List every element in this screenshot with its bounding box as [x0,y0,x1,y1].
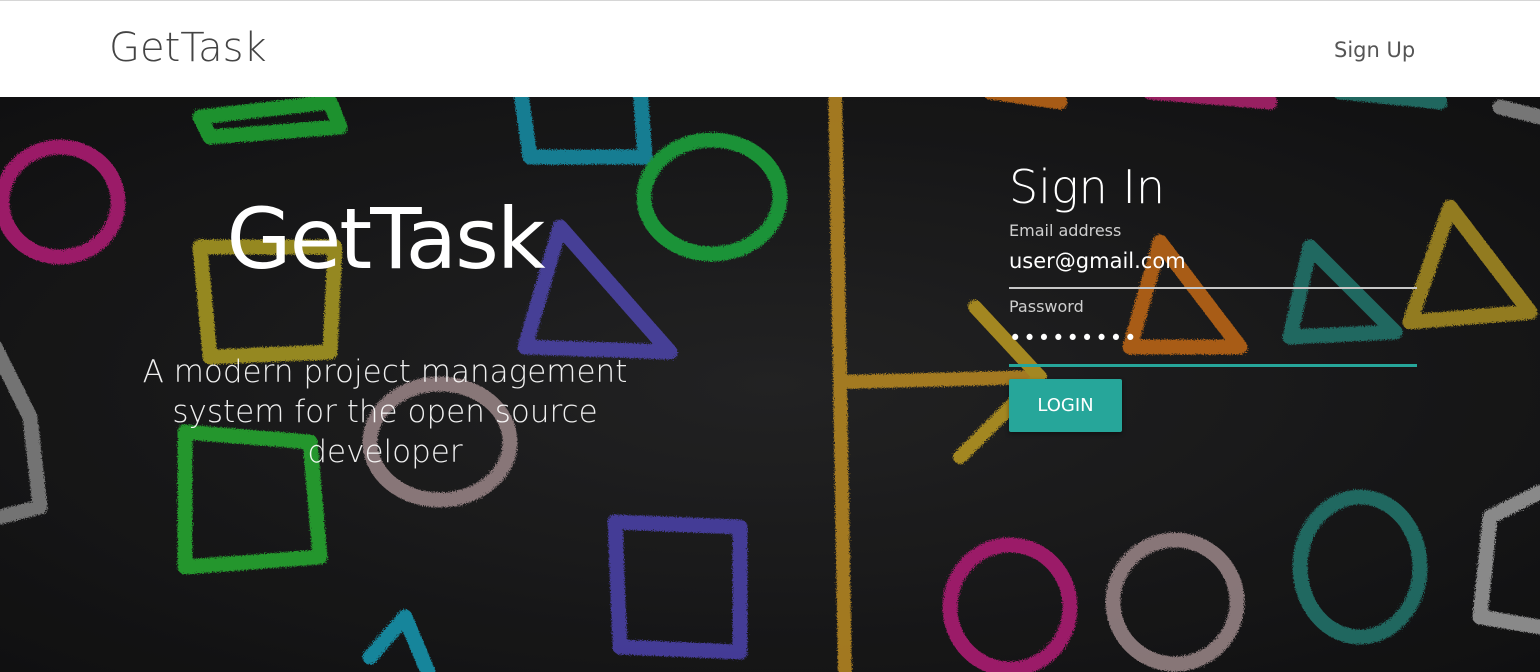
login-button[interactable]: LOGIN [1009,379,1122,432]
email-field[interactable] [1009,239,1417,289]
hero-title: GetTask [226,190,546,288]
email-label: Email address [1009,221,1122,240]
signin-form: Sign In Email address Password LOGIN [1009,157,1419,432]
brand-logo-link[interactable]: GetTask [109,25,267,71]
password-label: Password [1009,297,1084,316]
top-navbar: GetTask Sign Up [0,0,1540,97]
hero-section: GetTask A modern project management syst… [0,97,1540,672]
password-field[interactable] [1009,315,1417,367]
signup-link[interactable]: Sign Up [1334,38,1415,62]
hero-tagline: A modern project management system for t… [142,354,628,470]
signin-title: Sign In [1009,160,1166,214]
